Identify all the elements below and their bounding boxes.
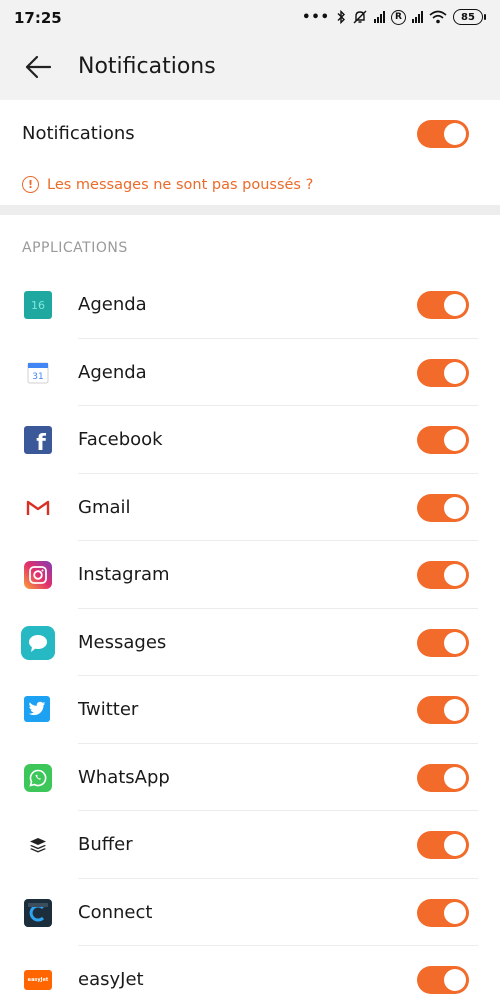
signal-icon-2 [412, 11, 423, 23]
app-name: Agenda [78, 294, 147, 315]
wifi-icon [429, 10, 447, 24]
app-toggle-facebook[interactable] [417, 426, 469, 454]
roaming-icon: R [391, 9, 406, 25]
app-row-agenda-1[interactable]: 16 Agenda [0, 271, 500, 339]
app-row-instagram[interactable]: Instagram [0, 541, 500, 609]
section-header-applications: APPLICATIONS [22, 240, 128, 256]
master-notifications-label: Notifications [22, 123, 135, 144]
app-row-agenda-2[interactable]: 31 Agenda [0, 339, 500, 406]
app-name: Instagram [78, 564, 170, 585]
app-bar: Notifications [0, 34, 500, 100]
agenda-teal-icon: 16 [24, 291, 52, 319]
messages-icon [21, 625, 55, 660]
whatsapp-icon [24, 763, 52, 792]
push-warning-link[interactable]: ! Les messages ne sont pas poussés ? [22, 176, 313, 193]
app-toggle-easyjet[interactable] [417, 966, 469, 994]
mute-bell-icon [353, 10, 367, 24]
app-toggle-agenda-2[interactable] [417, 358, 469, 387]
status-time: 17:25 [14, 9, 62, 27]
page-title: Notifications [78, 54, 216, 79]
app-row-buffer[interactable]: Buffer [0, 811, 500, 879]
app-toggle-connect[interactable] [417, 898, 469, 927]
app-name: Twitter [78, 699, 139, 720]
app-name: Facebook [78, 429, 163, 450]
signal-icon [374, 11, 385, 23]
app-toggle-gmail[interactable] [417, 493, 469, 522]
back-button[interactable] [18, 49, 58, 85]
gmail-icon [24, 493, 52, 522]
app-toggle-instagram[interactable] [417, 561, 469, 589]
connect-icon [24, 898, 52, 927]
app-row-gmail[interactable]: Gmail [0, 474, 500, 541]
app-row-connect[interactable]: Connect [0, 879, 500, 946]
instagram-icon [24, 561, 52, 589]
app-name: Connect [78, 901, 153, 923]
toggle-knob [444, 123, 466, 145]
master-notifications-card: Notifications ! Les messages ne sont pas… [0, 100, 500, 205]
app-name: Agenda [78, 361, 147, 383]
app-name: Buffer [78, 834, 133, 855]
arrow-left-icon [25, 55, 52, 79]
google-calendar-icon: 31 [24, 359, 52, 387]
more-dots-icon: ••• [302, 9, 330, 25]
master-notifications-toggle[interactable] [417, 120, 469, 148]
app-toggle-whatsapp[interactable] [417, 763, 469, 792]
app-name: easyJet [78, 969, 144, 990]
app-row-facebook[interactable]: f Facebook [0, 406, 500, 474]
app-name: WhatsApp [78, 766, 170, 788]
easyjet-icon: easyJet [24, 970, 52, 990]
status-icons: ••• R 85 [302, 8, 486, 26]
battery-level: 85 [453, 9, 483, 25]
facebook-icon: f [24, 426, 52, 454]
twitter-icon [24, 696, 50, 722]
status-bar: 17:25 ••• R 85 [0, 0, 500, 34]
battery-icon: 85 [453, 9, 486, 25]
app-toggle-agenda-1[interactable] [417, 291, 469, 319]
warning-icon: ! [22, 176, 39, 193]
app-row-easyjet[interactable]: easyJet easyJet [0, 946, 500, 1000]
app-row-twitter[interactable]: Twitter [0, 676, 500, 744]
app-row-messages[interactable]: Messages [0, 609, 500, 676]
buffer-icon [24, 831, 52, 859]
svg-text:31: 31 [32, 372, 43, 382]
app-toggle-twitter[interactable] [417, 696, 469, 724]
app-toggle-buffer[interactable] [417, 831, 469, 859]
app-row-whatsapp[interactable]: WhatsApp [0, 744, 500, 811]
app-toggle-messages[interactable] [417, 628, 469, 657]
app-name: Messages [78, 631, 167, 653]
section-divider [0, 205, 500, 215]
app-list: 16 Agenda 31 Agenda f Facebook Gmail Ins… [0, 271, 500, 1000]
bluetooth-icon [337, 10, 345, 24]
push-warning-text: Les messages ne sont pas poussés ? [47, 176, 314, 193]
app-name: Gmail [78, 496, 131, 518]
